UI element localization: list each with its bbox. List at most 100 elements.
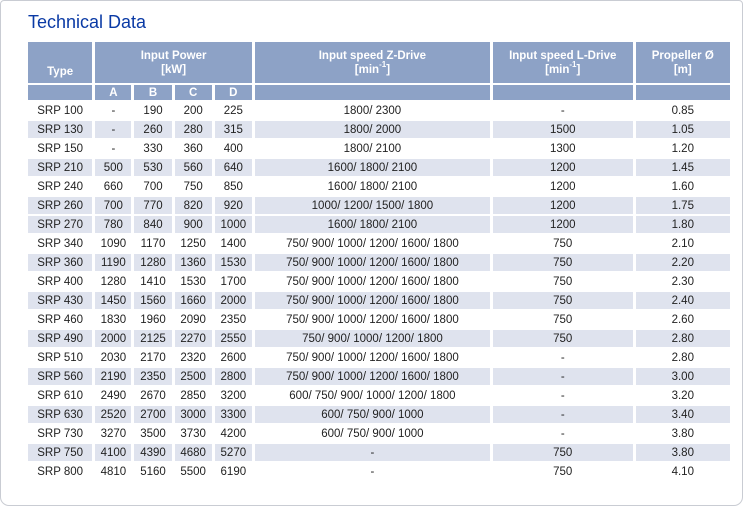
cell-c: 200 xyxy=(175,102,212,119)
cell-c: 280 xyxy=(175,121,212,138)
cell-d: 1000 xyxy=(215,216,252,233)
cell-d: 3300 xyxy=(215,406,252,423)
cell-d: 3200 xyxy=(215,387,252,404)
cell-z-speed: 750/ 900/ 1000/ 1200/ 1600/ 1800 xyxy=(255,273,490,290)
cell-l-speed: 750 xyxy=(493,254,633,271)
cell-z-speed: 750/ 900/ 1000/ 1200/ 1600/ 1800 xyxy=(255,254,490,271)
cell-c: 750 xyxy=(175,178,212,195)
table-row: SRP 27078084090010001600/ 1800/ 21001200… xyxy=(28,216,730,233)
cell-b: 2700 xyxy=(134,406,171,423)
cell-b: 4390 xyxy=(134,444,171,461)
cell-b: 330 xyxy=(134,140,171,157)
cell-a: - xyxy=(95,121,131,138)
cell-a: 2520 xyxy=(95,406,131,423)
type-label: Type xyxy=(47,66,73,78)
cell-prop: 1.05 xyxy=(636,121,730,138)
cell-prop: 1.80 xyxy=(636,216,730,233)
table-row: SRP 5102030217023202600750/ 900/ 1000/ 1… xyxy=(28,349,730,366)
cell-type: SRP 490 xyxy=(28,330,92,347)
cell-a: 1190 xyxy=(95,254,131,271)
cell-z-speed: 1600/ 1800/ 2100 xyxy=(255,178,490,195)
cell-prop: 2.80 xyxy=(636,330,730,347)
cell-prop: 3.80 xyxy=(636,425,730,442)
cell-z-speed: 750/ 900/ 1000/ 1200/ 1600/ 1800 xyxy=(255,311,490,328)
cell-prop: 3.20 xyxy=(636,387,730,404)
table-row: SRP 8004810516055006190-7504.10 xyxy=(28,463,730,480)
cell-prop: 1.75 xyxy=(636,197,730,214)
cell-l-speed: - xyxy=(493,406,633,423)
subheader-b: B xyxy=(134,85,171,100)
cell-prop: 3.00 xyxy=(636,368,730,385)
cell-b: 5160 xyxy=(134,463,171,480)
cell-d: 2000 xyxy=(215,292,252,309)
cell-l-speed: 750 xyxy=(493,311,633,328)
cell-b: 1280 xyxy=(134,254,171,271)
cell-z-speed: 1800/ 2100 xyxy=(255,140,490,157)
cell-l-speed: 1300 xyxy=(493,140,633,157)
col-header-propeller: Propeller Ø [m] xyxy=(636,42,730,83)
cell-c: 1530 xyxy=(175,273,212,290)
cell-c: 2090 xyxy=(175,311,212,328)
cell-l-speed: 1200 xyxy=(493,216,633,233)
table-row: SRP 3401090117012501400750/ 900/ 1000/ 1… xyxy=(28,235,730,252)
cell-d: 1400 xyxy=(215,235,252,252)
cell-l-speed: 750 xyxy=(493,292,633,309)
cell-d: 1700 xyxy=(215,273,252,290)
cell-a: 1830 xyxy=(95,311,131,328)
cell-l-speed: 750 xyxy=(493,444,633,461)
subheader-empty-l-drive xyxy=(493,85,633,100)
cell-prop: 0.85 xyxy=(636,102,730,119)
cell-l-speed: 750 xyxy=(493,273,633,290)
cell-c: 1660 xyxy=(175,292,212,309)
cell-l-speed: - xyxy=(493,102,633,119)
cell-prop: 1.20 xyxy=(636,140,730,157)
cell-a: 2030 xyxy=(95,349,131,366)
cell-b: 2125 xyxy=(134,330,171,347)
cell-l-speed: - xyxy=(493,425,633,442)
z-drive-label: Input speed Z-Drive xyxy=(255,49,490,63)
cell-z-speed: 600/ 750/ 900/ 1000 xyxy=(255,425,490,442)
cell-d: 225 xyxy=(215,102,252,119)
cell-z-speed: 1000/ 1200/ 1500/ 1800 xyxy=(255,197,490,214)
content-panel: Technical Data Type Input Power [kW] Inp… xyxy=(0,0,743,506)
cell-l-speed: 1200 xyxy=(493,159,633,176)
cell-d: 400 xyxy=(215,140,252,157)
cell-c: 820 xyxy=(175,197,212,214)
cell-z-speed: 600/ 750/ 900/ 1000 xyxy=(255,406,490,423)
col-header-l-drive: Input speed L-Drive [min-1] xyxy=(493,42,633,83)
cell-l-speed: 750 xyxy=(493,463,633,480)
cell-type: SRP 150 xyxy=(28,140,92,157)
cell-z-speed: 750/ 900/ 1000/ 1200/ 1600/ 1800 xyxy=(255,368,490,385)
subheader-empty-propeller xyxy=(636,85,730,100)
cell-c: 3730 xyxy=(175,425,212,442)
subheader-a: A xyxy=(95,85,131,100)
cell-type: SRP 240 xyxy=(28,178,92,195)
cell-b: 530 xyxy=(134,159,171,176)
cell-z-speed: - xyxy=(255,463,490,480)
table-row: SRP 6102490267028503200600/ 750/ 900/ 10… xyxy=(28,387,730,404)
cell-d: 640 xyxy=(215,159,252,176)
cell-z-speed: 1600/ 1800/ 2100 xyxy=(255,216,490,233)
table-row: SRP 150-3303604001800/ 210013001.20 xyxy=(28,140,730,157)
cell-b: 1170 xyxy=(134,235,171,252)
table-row: SRP 2105005305606401600/ 1800/ 210012001… xyxy=(28,159,730,176)
cell-prop: 1.60 xyxy=(636,178,730,195)
cell-z-speed: 750/ 900/ 1000/ 1200/ 1600/ 1800 xyxy=(255,292,490,309)
page-title: Technical Data xyxy=(28,12,742,33)
cell-type: SRP 750 xyxy=(28,444,92,461)
cell-c: 1250 xyxy=(175,235,212,252)
cell-c: 5500 xyxy=(175,463,212,480)
propeller-unit: [m] xyxy=(636,63,730,77)
cell-l-speed: - xyxy=(493,387,633,404)
cell-b: 1960 xyxy=(134,311,171,328)
cell-type: SRP 400 xyxy=(28,273,92,290)
cell-a: 660 xyxy=(95,178,131,195)
cell-type: SRP 510 xyxy=(28,349,92,366)
cell-d: 5270 xyxy=(215,444,252,461)
cell-type: SRP 610 xyxy=(28,387,92,404)
cell-b: 1410 xyxy=(134,273,171,290)
cell-d: 2800 xyxy=(215,368,252,385)
cell-z-speed: 750/ 900/ 1000/ 1200/ 1600/ 1800 xyxy=(255,235,490,252)
subheader-empty-type xyxy=(28,85,92,100)
table-row: SRP 3601190128013601530750/ 900/ 1000/ 1… xyxy=(28,254,730,271)
